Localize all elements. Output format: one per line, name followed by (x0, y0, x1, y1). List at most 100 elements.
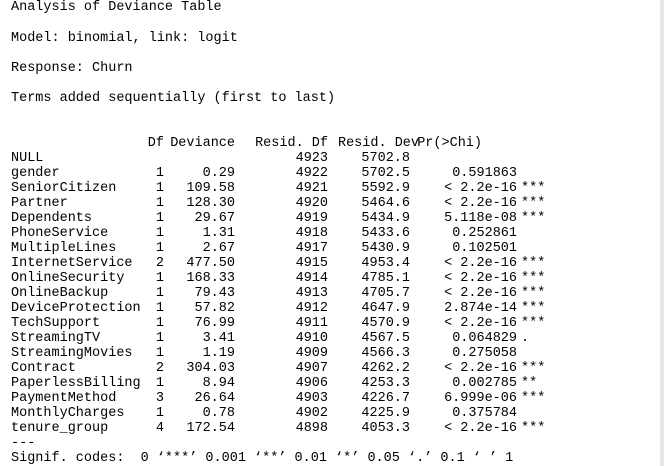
row-signif: *** (521, 196, 546, 211)
row-deviance: 304.03 (186, 361, 235, 376)
row-resid-dev: 5592.9 (361, 181, 410, 196)
row-resid-df: 4910 (295, 331, 328, 346)
row-pr: < 2.2e-16 (444, 421, 517, 436)
row-resid-df: 4920 (295, 196, 328, 211)
table-row: DeviceProtection 1 57.82 4912 4647.9 2.874e-1… (0, 301, 664, 316)
row-df: 1 (155, 286, 164, 301)
row-df: 1 (155, 331, 164, 346)
row-resid-df: 4917 (295, 241, 328, 256)
row-pr: 0.252861 (452, 226, 517, 241)
row-resid-df: 4912 (295, 301, 328, 316)
table-row: StreamingMovies 1 1.19 4909 4566.3 0.275058 (0, 346, 664, 361)
row-resid-df: 4907 (295, 361, 328, 376)
row-resid-df: 4915 (295, 256, 328, 271)
table-row: OnlineBackup 1 79.43 4913 4705.7 < 2.2e-16 *** (0, 286, 664, 301)
row-signif: *** (521, 286, 546, 301)
row-pr: < 2.2e-16 (444, 316, 517, 331)
row-resid-dev: 4785.1 (361, 271, 410, 286)
row-term: NULL (11, 151, 44, 166)
row-signif: *** (521, 361, 546, 376)
row-resid-df: 4913 (295, 286, 328, 301)
table-row: PhoneService 1 1.31 4918 5433.6 0.252861 (0, 226, 664, 241)
row-pr: < 2.2e-16 (444, 361, 517, 376)
row-resid-df: 4921 (295, 181, 328, 196)
row-deviance: 2.67 (202, 241, 235, 256)
row-resid-dev: 4053.3 (361, 421, 410, 436)
table-row: MonthlyCharges 1 0.78 4902 4225.9 0.375784 (0, 406, 664, 421)
row-resid-df: 4922 (295, 166, 328, 181)
row-pr: < 2.2e-16 (444, 271, 517, 286)
row-pr: 0.064829 (452, 331, 517, 346)
console-output: Analysis of Deviance Table Model: binomi… (0, 0, 664, 466)
row-deviance: 76.99 (194, 316, 235, 331)
row-pr: < 2.2e-16 (444, 181, 517, 196)
row-deviance: 128.30 (186, 196, 235, 211)
row-df: 1 (155, 376, 164, 391)
row-pr: 6.999e-06 (444, 391, 517, 406)
header-resid-df: Resid. Df (255, 136, 328, 151)
row-signif: *** (521, 316, 546, 331)
row-term: gender (11, 166, 60, 181)
table-row: gender 1 0.29 4922 5702.5 0.591863 (0, 166, 664, 181)
row-resid-dev: 5702.8 (361, 151, 410, 166)
row-resid-df: 4903 (295, 391, 328, 406)
row-resid-dev: 4647.9 (361, 301, 410, 316)
row-resid-df: 4914 (295, 271, 328, 286)
row-resid-dev: 5702.5 (361, 166, 410, 181)
row-df: 2 (155, 361, 164, 376)
row-resid-df: 4909 (295, 346, 328, 361)
row-signif: *** (521, 211, 546, 226)
table-row: PaperlessBilling 1 8.94 4906 4253.3 0.002785 *… (0, 376, 664, 391)
row-resid-df: 4906 (295, 376, 328, 391)
table-row: Dependents 1 29.67 4919 5434.9 5.118e-08 *** (0, 211, 664, 226)
row-signif: *** (521, 181, 546, 196)
row-deviance: 29.67 (194, 211, 235, 226)
row-deviance: 8.94 (202, 376, 235, 391)
header-resid-dev: Resid. Dev (337, 136, 419, 151)
table-row: StreamingTV 1 3.41 4910 4567.5 0.064829. (0, 331, 664, 346)
row-df: 1 (155, 226, 164, 241)
table-header: Df Deviance Resid. Df Resid. Dev Pr(>Chi… (0, 136, 664, 151)
row-term: StreamingTV (11, 331, 101, 346)
row-signif: *** (521, 301, 546, 316)
row-df: 1 (155, 181, 164, 196)
row-deviance: 109.58 (186, 181, 235, 196)
row-signif: *** (521, 271, 546, 286)
row-term: Dependents (11, 211, 93, 226)
row-term: PaymentMethod (11, 391, 117, 406)
row-resid-dev: 5434.9 (361, 211, 410, 226)
row-pr: 0.375784 (452, 406, 517, 421)
row-resid-df: 4918 (295, 226, 328, 241)
table-title: Analysis of Deviance Table (11, 0, 222, 15)
row-pr: < 2.2e-16 (444, 256, 517, 271)
row-deviance: 57.82 (194, 301, 235, 316)
row-pr: 0.591863 (452, 166, 517, 181)
row-df: 1 (155, 211, 164, 226)
row-resid-df: 4919 (295, 211, 328, 226)
row-pr: 2.874e-14 (444, 301, 517, 316)
row-df: 2 (155, 256, 164, 271)
row-signif: *** (521, 256, 546, 271)
row-resid-dev: 4226.7 (361, 391, 410, 406)
table-row: MultipleLines 1 2.67 4917 5430.9 0.102501 (0, 241, 664, 256)
row-deviance: 1.31 (202, 226, 235, 241)
row-resid-df: 4898 (295, 421, 328, 436)
row-term: DeviceProtection (11, 301, 141, 316)
row-pr: < 2.2e-16 (444, 196, 517, 211)
row-signif: ** (521, 376, 538, 391)
header-pr: Pr(>Chi) (417, 136, 482, 151)
response-line: Response: Churn (11, 61, 133, 76)
row-df: 3 (155, 391, 164, 406)
row-term: PhoneService (11, 226, 109, 241)
row-term: tenure_group (11, 421, 109, 436)
row-resid-df: 4902 (295, 406, 328, 421)
row-pr: 0.275058 (452, 346, 517, 361)
row-term: Partner (11, 196, 68, 211)
row-deviance: 172.54 (186, 421, 235, 436)
row-df: 1 (155, 241, 164, 256)
row-term: PaperlessBilling (11, 376, 141, 391)
row-deviance: 79.43 (194, 286, 235, 301)
row-term: OnlineBackup (11, 286, 109, 301)
row-df: 4 (155, 421, 164, 436)
row-resid-dev: 4566.3 (361, 346, 410, 361)
